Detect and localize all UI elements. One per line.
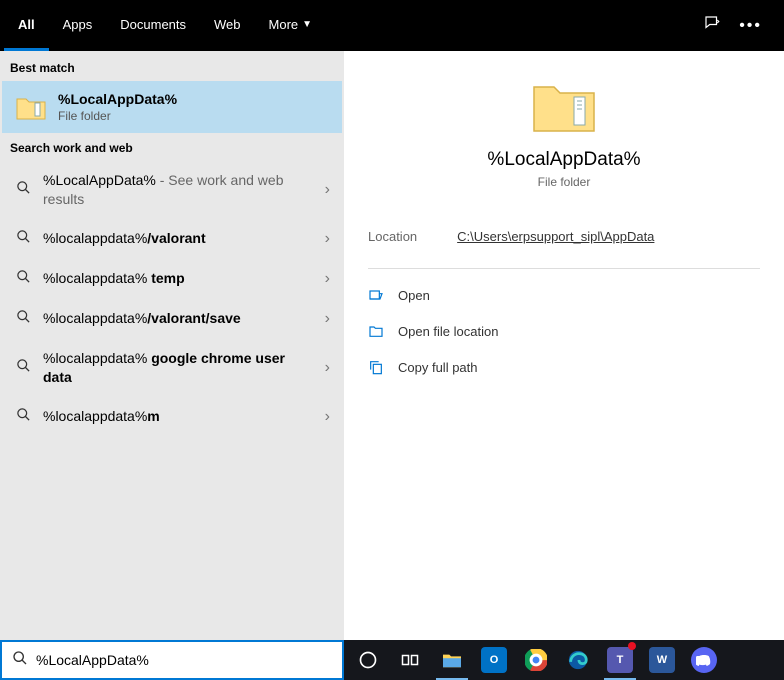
search-bar[interactable]: [0, 640, 344, 680]
action-open[interactable]: Open: [368, 277, 760, 313]
taskbar-teams-icon[interactable]: T: [600, 640, 640, 680]
taskbar: O T W: [344, 640, 784, 680]
search-icon: [16, 358, 31, 378]
search-icon: [16, 229, 31, 249]
chevron-right-icon[interactable]: ›: [325, 310, 330, 328]
taskbar-word-icon[interactable]: W: [642, 640, 682, 680]
location-link[interactable]: C:\Users\erpsupport_sipl\AppData: [457, 229, 654, 244]
preview-panel: %LocalAppData% File folder Location C:\U…: [344, 51, 784, 640]
suggestion-text: %localappdata% google chrome user data: [43, 349, 313, 387]
suggestion-text: %localappdata%m: [43, 407, 313, 426]
section-search-web: Search work and web: [2, 133, 342, 161]
search-icon: [16, 309, 31, 329]
open-icon: [368, 287, 384, 303]
search-icon: [16, 180, 31, 200]
more-options-icon[interactable]: •••: [739, 17, 762, 35]
preview-title: %LocalAppData%: [344, 149, 784, 171]
suggestion-item[interactable]: %localappdata%m ›: [2, 397, 342, 437]
search-icon: [12, 650, 28, 671]
section-best-match: Best match: [2, 53, 342, 81]
tab-documents[interactable]: Documents: [106, 0, 200, 51]
folder-open-icon: [368, 323, 384, 339]
action-copy-path[interactable]: Copy full path: [368, 349, 760, 385]
tab-apps[interactable]: Apps: [49, 0, 107, 51]
suggestion-text: %localappdata%/valorant/save: [43, 309, 313, 328]
search-icon: [16, 269, 31, 289]
search-input[interactable]: [36, 652, 332, 668]
best-match-title: %LocalAppData%: [58, 91, 177, 107]
chevron-right-icon[interactable]: ›: [325, 359, 330, 377]
location-label: Location: [368, 229, 417, 244]
suggestion-item[interactable]: %localappdata%/valorant/save ›: [2, 299, 342, 339]
folder-icon: [532, 79, 596, 131]
results-panel: Best match %LocalAppData% File folder Se…: [0, 51, 344, 640]
taskbar-explorer-icon[interactable]: [432, 640, 472, 680]
chevron-right-icon[interactable]: ›: [325, 230, 330, 248]
preview-subtitle: File folder: [344, 175, 784, 189]
header-tabs: All Apps Documents Web More▼: [4, 0, 326, 51]
taskbar-discord-icon[interactable]: [684, 640, 724, 680]
copy-icon: [368, 359, 384, 375]
tab-more[interactable]: More▼: [255, 0, 327, 51]
taskbar-outlook-icon[interactable]: O: [474, 640, 514, 680]
best-match-result[interactable]: %LocalAppData% File folder: [2, 81, 342, 133]
header-actions: •••: [703, 14, 780, 37]
suggestion-item[interactable]: %LocalAppData% - See work and web result…: [2, 161, 342, 219]
search-icon: [16, 407, 31, 427]
chevron-down-icon: ▼: [302, 19, 312, 30]
suggestion-item[interactable]: %localappdata% google chrome user data ›: [2, 339, 342, 397]
search-header: All Apps Documents Web More▼ •••: [0, 0, 784, 51]
tab-web[interactable]: Web: [200, 0, 255, 51]
taskbar-chrome-icon[interactable]: [516, 640, 556, 680]
taskbar-cortana-icon[interactable]: [348, 640, 388, 680]
suggestion-text: %localappdata%/valorant: [43, 229, 313, 248]
suggestion-text: %LocalAppData% - See work and web result…: [43, 171, 313, 209]
best-match-subtitle: File folder: [58, 109, 177, 123]
chevron-right-icon[interactable]: ›: [325, 408, 330, 426]
taskbar-edge-icon[interactable]: [558, 640, 598, 680]
suggestion-text: %localappdata% temp: [43, 269, 313, 288]
folder-icon: [16, 95, 44, 119]
suggestion-item[interactable]: %localappdata% temp ›: [2, 259, 342, 299]
chevron-right-icon[interactable]: ›: [325, 181, 330, 199]
suggestion-item[interactable]: %localappdata%/valorant ›: [2, 219, 342, 259]
feedback-icon[interactable]: [703, 14, 721, 37]
taskbar-taskview-icon[interactable]: [390, 640, 430, 680]
chevron-right-icon[interactable]: ›: [325, 270, 330, 288]
tab-all[interactable]: All: [4, 0, 49, 51]
divider: [368, 268, 760, 269]
action-open-location[interactable]: Open file location: [368, 313, 760, 349]
